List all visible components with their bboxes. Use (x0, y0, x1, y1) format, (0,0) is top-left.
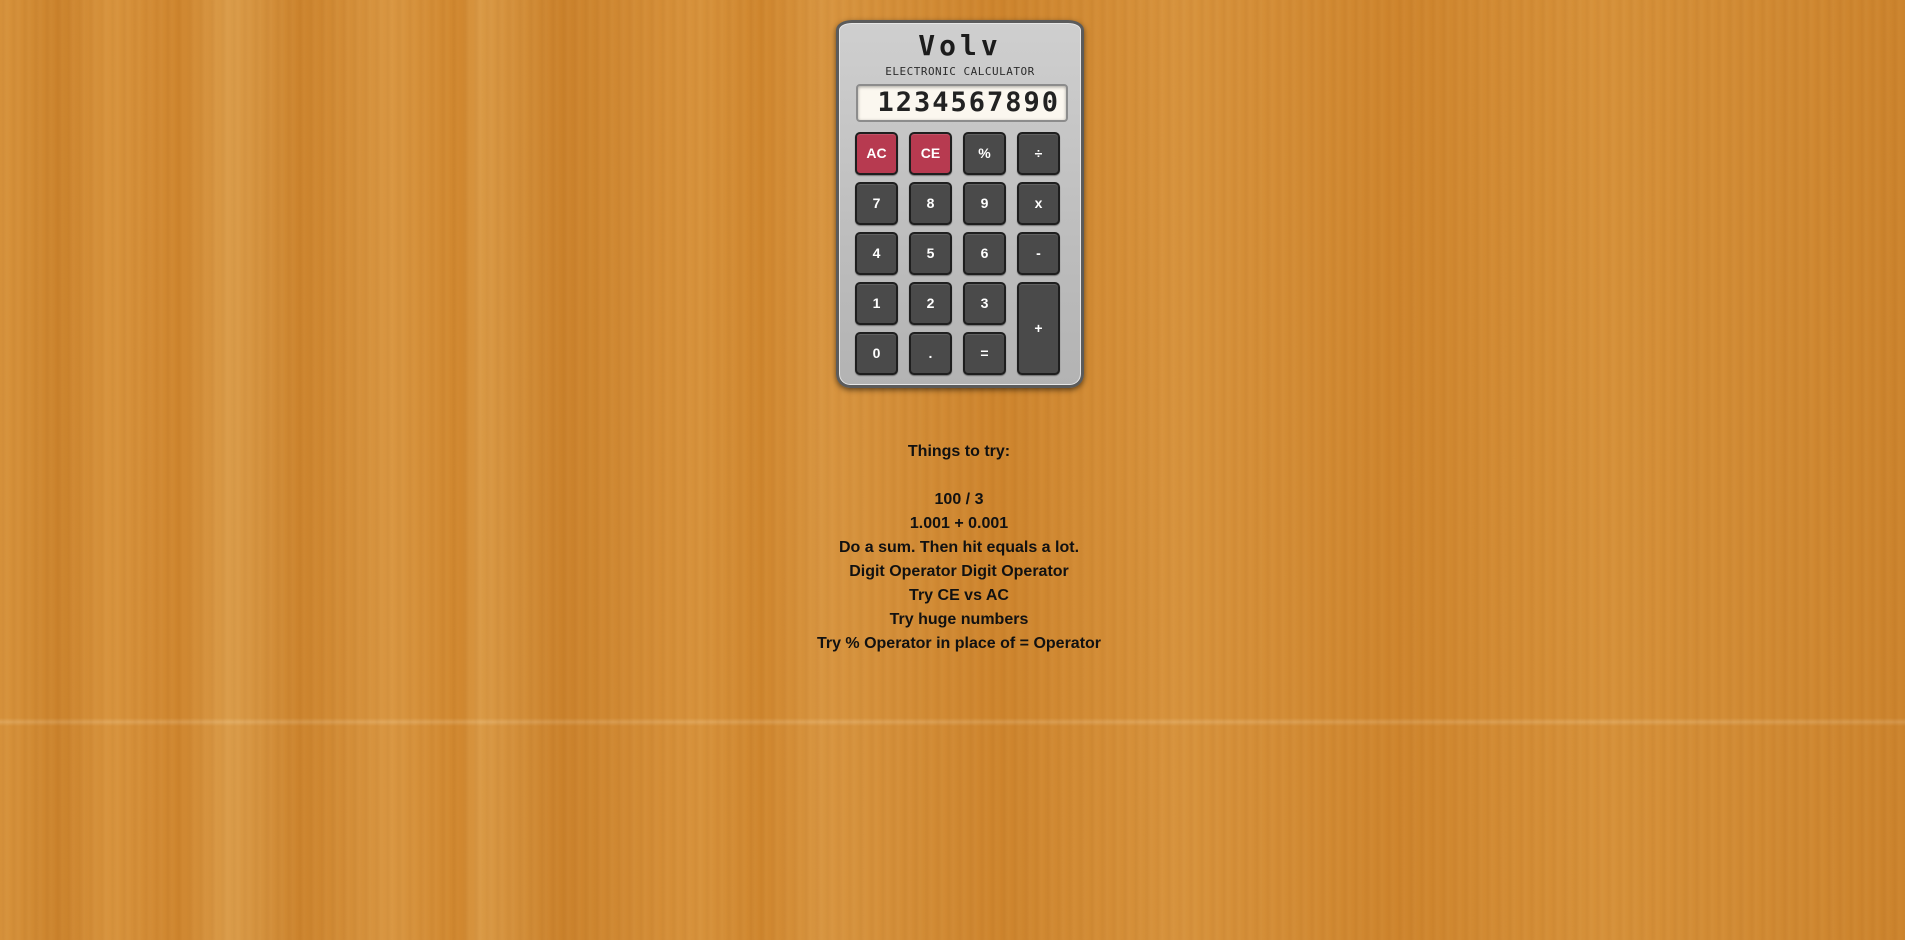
all-clear-button[interactable]: AC (855, 132, 898, 175)
tip-item: Digit Operator Digit Operator (849, 563, 1069, 580)
tip-item: Do a sum. Then hit equals a lot. (838, 539, 1080, 556)
digit-5-button[interactable]: 5 (909, 232, 952, 275)
digit-9-button[interactable]: 9 (963, 182, 1006, 225)
tips-heading: Things to try: (907, 443, 1011, 460)
decimal-button[interactable]: . (909, 332, 952, 375)
calculator: Volv ELECTRONIC CALCULATOR 1234567890 AC… (836, 20, 1084, 388)
divide-button[interactable]: ÷ (1017, 132, 1060, 175)
calculator-subtitle: ELECTRONIC CALCULATOR (885, 65, 1035, 78)
percent-button[interactable]: % (963, 132, 1006, 175)
equals-button[interactable]: = (963, 332, 1006, 375)
digit-7-button[interactable]: 7 (855, 182, 898, 225)
tip-item: 100 / 3 (934, 491, 984, 508)
tips-section: Things to try: 100 / 3 1.001 + 0.001 Do … (0, 440, 1905, 656)
tip-item: Try CE vs AC (909, 587, 1009, 604)
digit-2-button[interactable]: 2 (909, 282, 952, 325)
tip-item: 1.001 + 0.001 (909, 515, 1009, 532)
digit-8-button[interactable]: 8 (909, 182, 952, 225)
plus-button[interactable]: + (1017, 282, 1060, 375)
clear-entry-button[interactable]: CE (909, 132, 952, 175)
digit-3-button[interactable]: 3 (963, 282, 1006, 325)
multiply-button[interactable]: x (1017, 182, 1060, 225)
digit-1-button[interactable]: 1 (855, 282, 898, 325)
tip-item: Try huge numbers (889, 611, 1029, 628)
minus-button[interactable]: - (1017, 232, 1060, 275)
digit-6-button[interactable]: 6 (963, 232, 1006, 275)
tip-item: Try % Operator in place of = Operator (816, 635, 1102, 652)
calculator-brand: Volv (918, 29, 1002, 62)
digit-4-button[interactable]: 4 (855, 232, 898, 275)
calculator-display: 1234567890 (856, 84, 1068, 122)
digit-0-button[interactable]: 0 (855, 332, 898, 375)
